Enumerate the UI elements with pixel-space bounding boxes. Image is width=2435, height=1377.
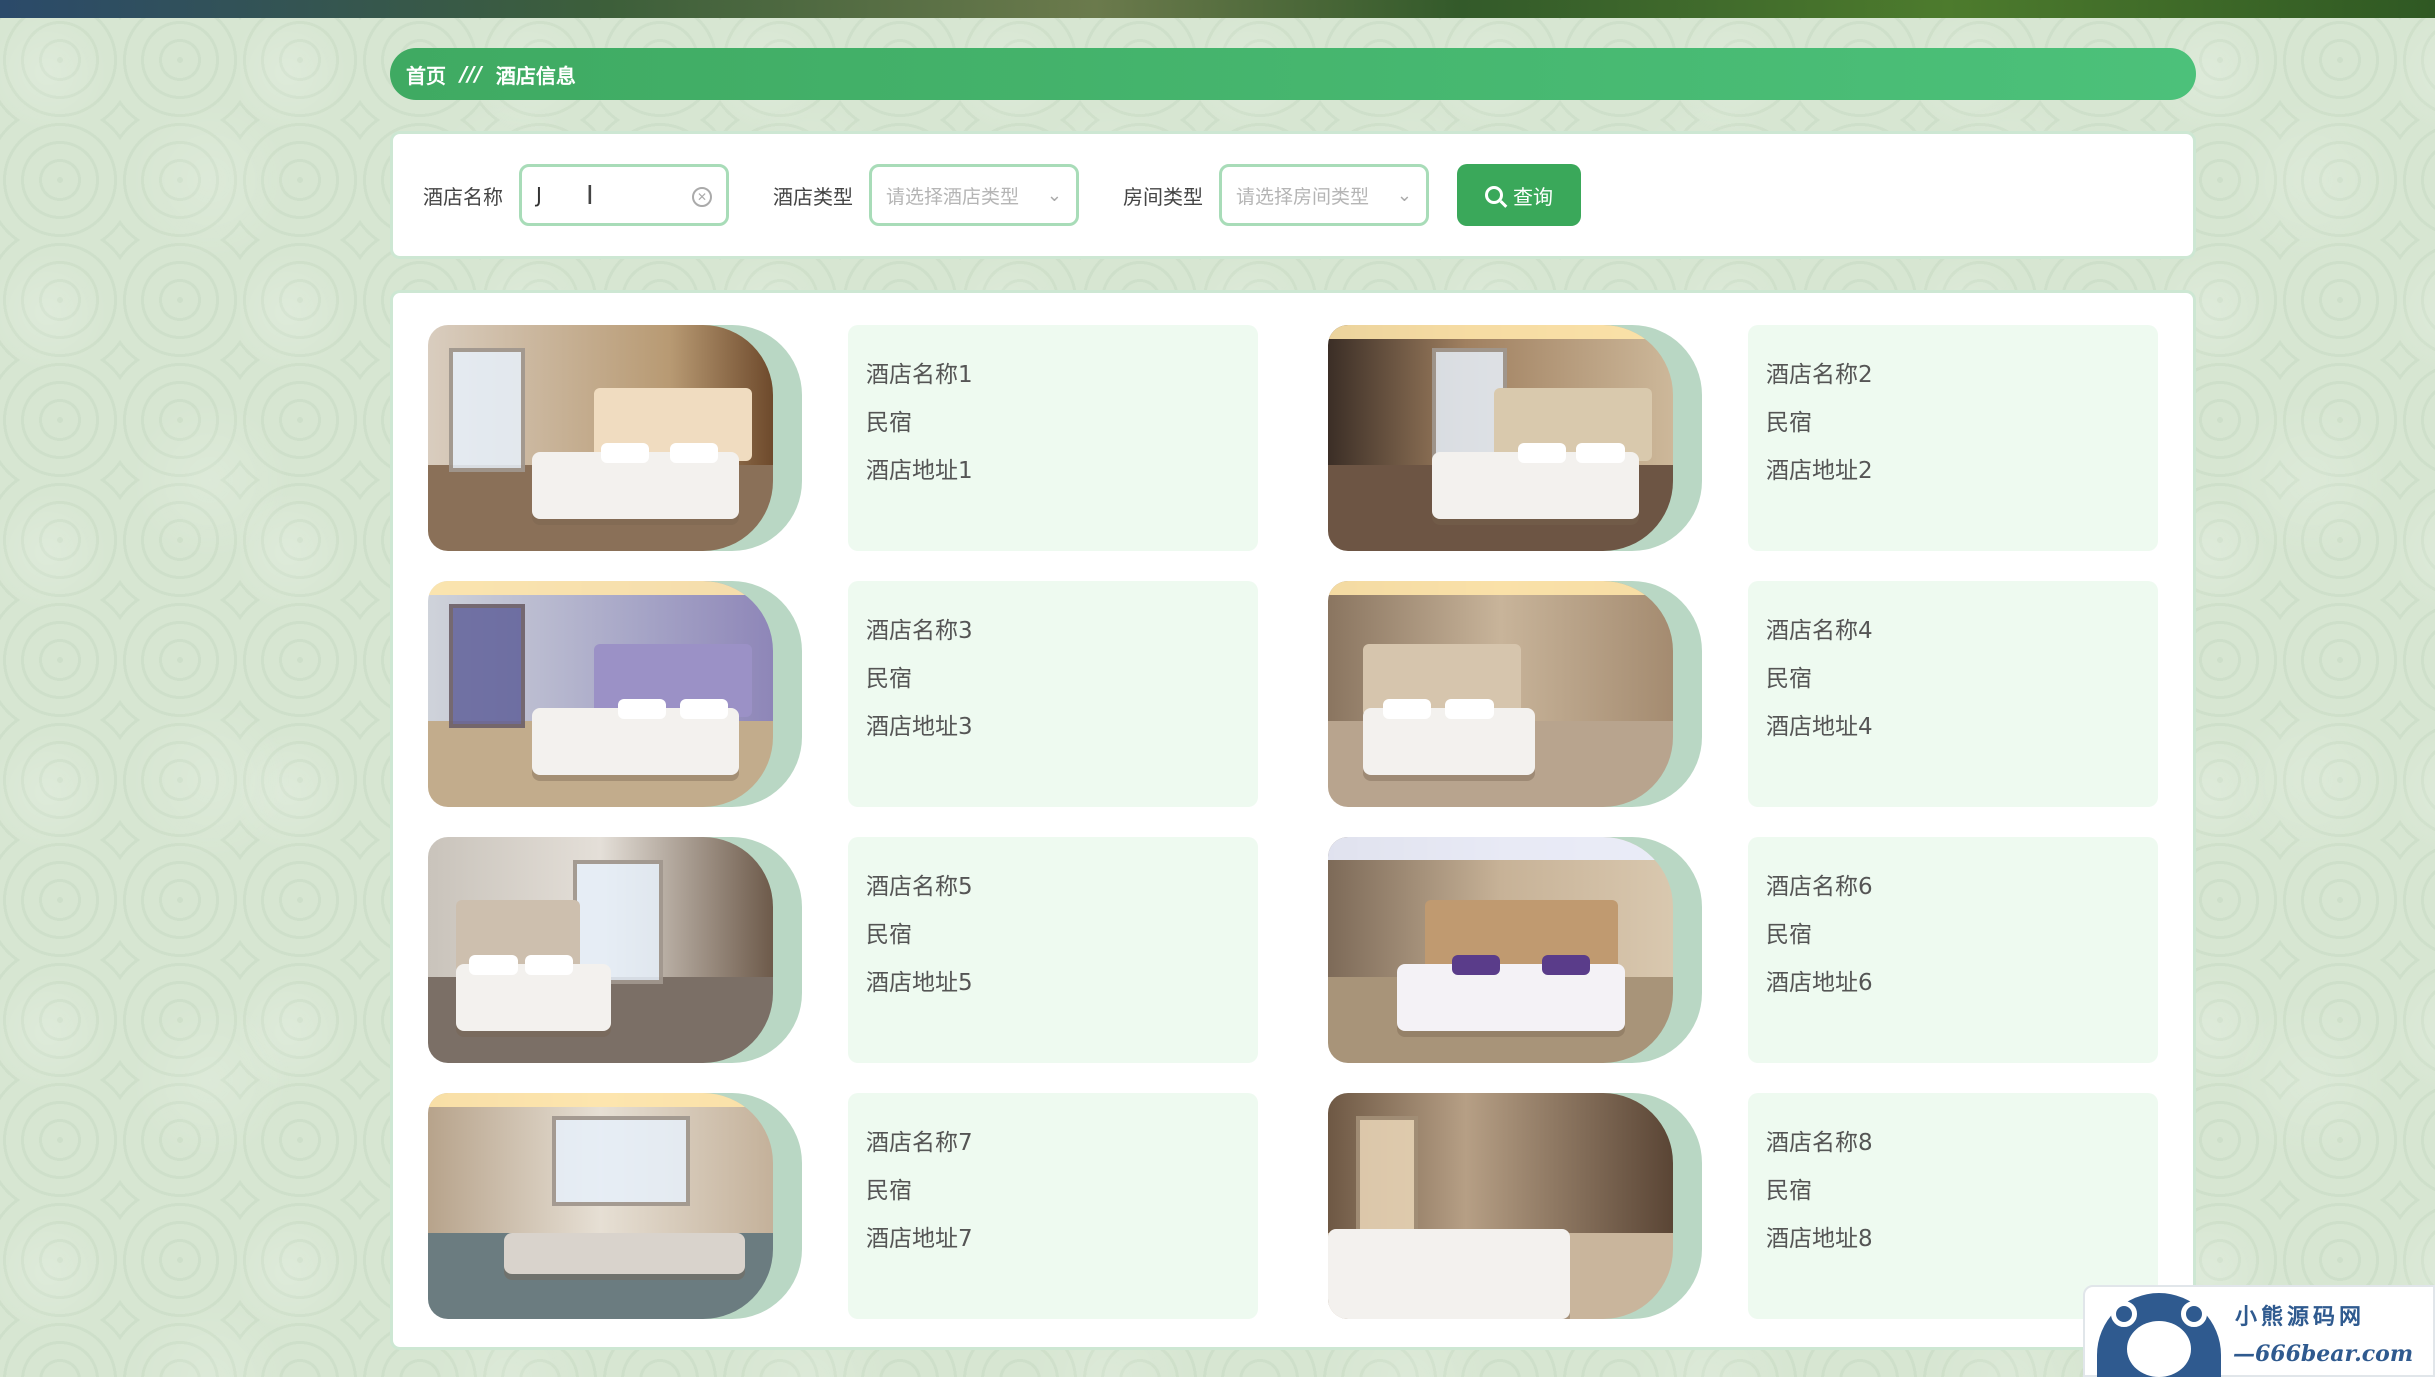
hotel-type: 民宿 (1766, 410, 1812, 436)
hotel-card[interactable]: 酒店名称3 民宿 酒店地址3 (428, 581, 1328, 807)
chevron-down-icon: ⌄ (1396, 184, 1412, 206)
query-button[interactable]: 查询 (1457, 164, 1581, 226)
hotel-name: 酒店名称1 (866, 362, 973, 388)
hotel-name: 酒店名称7 (866, 1130, 973, 1156)
hotel-name-input-value: J (536, 183, 542, 207)
hotel-address: 酒店地址5 (866, 970, 973, 996)
hotel-photo[interactable] (428, 1093, 802, 1319)
hotel-type-placeholder: 请选择酒店类型 (886, 185, 1020, 208)
breadcrumb-separator: /// (460, 62, 482, 86)
hotel-photo[interactable] (1328, 325, 1702, 551)
hotel-address: 酒店地址4 (1766, 714, 1873, 740)
hotel-photo[interactable] (428, 325, 802, 551)
hotel-photo[interactable] (1328, 581, 1702, 807)
hotel-info: 酒店名称5 民宿 酒店地址5 (848, 837, 1258, 1063)
hotel-address: 酒店地址7 (866, 1226, 973, 1252)
top-banner-image (0, 0, 2435, 18)
hotel-photo[interactable] (1328, 837, 1702, 1063)
hotel-card[interactable]: 酒店名称7 民宿 酒店地址7 (428, 1093, 1328, 1319)
hotel-type: 民宿 (866, 410, 912, 436)
hotel-photo[interactable] (428, 581, 802, 807)
hotel-list-panel: 酒店名称1 民宿 酒店地址1 酒店名称2 民宿 酒店地址2 酒店名称3 民宿 酒… (390, 290, 2196, 1350)
hotel-info: 酒店名称6 民宿 酒店地址6 (1748, 837, 2158, 1063)
hotel-photo[interactable] (1328, 1093, 1702, 1319)
watermark-title: 小熊源码网 (2235, 1304, 2366, 1330)
hotel-type-label: 酒店类型 (773, 184, 853, 209)
hotel-type: 民宿 (1766, 922, 1812, 948)
chevron-down-icon: ⌄ (1046, 184, 1062, 206)
hotel-address: 酒店地址2 (1766, 458, 1873, 484)
breadcrumb-current: 酒店信息 (495, 63, 576, 88)
room-type-label: 房间类型 (1123, 184, 1203, 209)
hotel-type: 民宿 (866, 922, 912, 948)
watermark: 小熊源码网 —666bear.com— (2083, 1285, 2435, 1377)
hotel-address: 酒店地址6 (1766, 970, 1873, 996)
search-panel: 酒店名称 J I ✕ 酒店类型 请选择酒店类型 ⌄ 房间类型 请选择房间类型 ⌄… (390, 131, 2196, 259)
hotel-address: 酒店地址3 (866, 714, 973, 740)
hotel-card[interactable]: 酒店名称2 民宿 酒店地址2 (1328, 325, 2228, 551)
search-icon (1485, 186, 1503, 204)
hotel-type: 民宿 (1766, 666, 1812, 692)
hotel-name-input[interactable]: J I ✕ (519, 164, 729, 226)
hotel-name: 酒店名称8 (1766, 1130, 1873, 1156)
text-cursor-icon: I (586, 181, 594, 211)
hotel-info: 酒店名称3 民宿 酒店地址3 (848, 581, 1258, 807)
breadcrumb: 首页 /// 酒店信息 (390, 48, 2196, 100)
hotel-address: 酒店地址1 (866, 458, 973, 484)
hotel-type: 民宿 (866, 666, 912, 692)
hotel-name: 酒店名称3 (866, 618, 973, 644)
hotel-info: 酒店名称4 民宿 酒店地址4 (1748, 581, 2158, 807)
bear-logo-icon (2097, 1293, 2221, 1377)
hotel-type: 民宿 (1766, 1178, 1812, 1204)
hotel-name: 酒店名称4 (1766, 618, 1873, 644)
hotel-card[interactable]: 酒店名称1 民宿 酒店地址1 (428, 325, 1328, 551)
hotel-address: 酒店地址8 (1766, 1226, 1873, 1252)
hotel-card[interactable]: 酒店名称4 民宿 酒店地址4 (1328, 581, 2228, 807)
room-type-select[interactable]: 请选择房间类型 ⌄ (1219, 164, 1429, 226)
hotel-name-label: 酒店名称 (423, 184, 503, 209)
hotel-card[interactable]: 酒店名称6 民宿 酒店地址6 (1328, 837, 2228, 1063)
hotel-name: 酒店名称5 (866, 874, 973, 900)
hotel-photo[interactable] (428, 837, 802, 1063)
hotel-info: 酒店名称1 民宿 酒店地址1 (848, 325, 1258, 551)
hotel-name: 酒店名称6 (1766, 874, 1873, 900)
breadcrumb-home-link[interactable]: 首页 (406, 60, 446, 89)
query-button-label: 查询 (1513, 186, 1553, 209)
watermark-url: —666bear.com— (2233, 1341, 2414, 1377)
hotel-card[interactable]: 酒店名称5 民宿 酒店地址5 (428, 837, 1328, 1063)
hotel-name: 酒店名称2 (1766, 362, 1873, 388)
room-type-placeholder: 请选择房间类型 (1236, 185, 1370, 208)
hotel-type: 民宿 (866, 1178, 912, 1204)
clear-icon[interactable]: ✕ (692, 187, 712, 207)
hotel-type-select[interactable]: 请选择酒店类型 ⌄ (869, 164, 1079, 226)
hotel-info: 酒店名称2 民宿 酒店地址2 (1748, 325, 2158, 551)
hotel-info: 酒店名称7 民宿 酒店地址7 (848, 1093, 1258, 1319)
